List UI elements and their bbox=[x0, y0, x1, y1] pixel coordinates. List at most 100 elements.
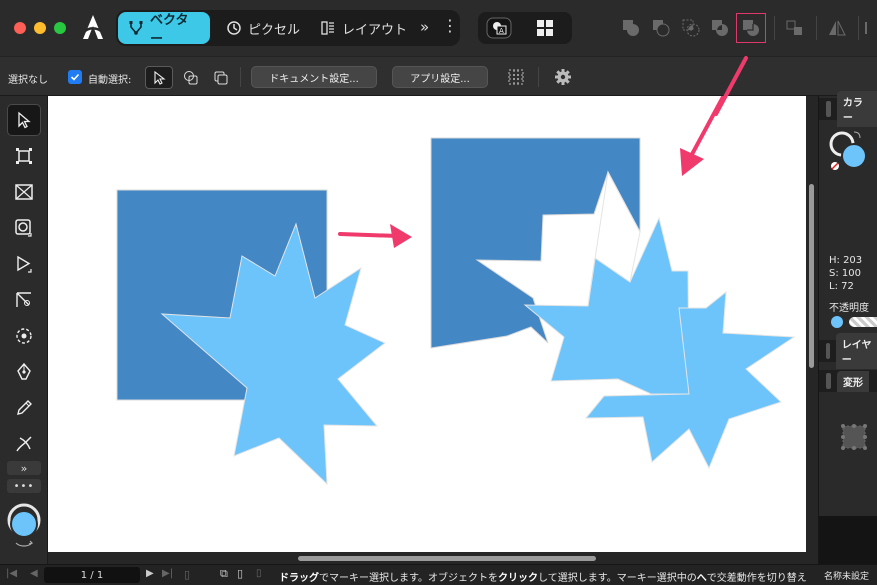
artboard[interactable] bbox=[48, 96, 806, 552]
node-tool-button[interactable] bbox=[7, 248, 41, 280]
grid-view-icon[interactable] bbox=[531, 14, 559, 42]
title-bar: ベクター ピクセル レイアウト » ⋮ A bbox=[0, 0, 877, 56]
crop-tool-button[interactable] bbox=[7, 176, 41, 208]
studio-panel: カラー H: 203 S: 100 L: 72 不透明度 レイヤー 変形 bbox=[818, 91, 877, 564]
status-bar: |◀ ◀ 1 / 1 ▶ ▶| ▯ ⧉ ▯ ▯ ドラッグでマーキー選択します。オ… bbox=[0, 564, 877, 585]
select-cursor-mode-button[interactable] bbox=[145, 66, 173, 89]
layout-persona-icon bbox=[321, 21, 334, 35]
add-icon[interactable] bbox=[617, 14, 645, 42]
hue-value: H: 203 bbox=[829, 255, 863, 266]
persona-layout-label: レイアウト bbox=[342, 22, 408, 38]
persona-switcher: ベクター ピクセル レイアウト » ⋮ bbox=[116, 10, 460, 47]
node-tool-icon bbox=[17, 255, 32, 273]
hint-key: へ bbox=[696, 573, 707, 584]
app-settings-button[interactable]: アプリ設定... bbox=[392, 66, 488, 88]
panel-footer bbox=[819, 516, 877, 564]
spread-icon[interactable]: ⧉ bbox=[220, 567, 228, 581]
toolbar-separator bbox=[858, 16, 859, 40]
select-intersect-mode-button[interactable] bbox=[177, 66, 205, 89]
move-tool-button[interactable] bbox=[7, 104, 41, 136]
xor-icon[interactable] bbox=[706, 14, 734, 42]
more-tools-button[interactable]: ••• bbox=[7, 479, 41, 493]
color-wheel-icon[interactable] bbox=[827, 126, 871, 172]
hint-part2: して選択します。マーキー選択中の bbox=[538, 573, 697, 584]
vertical-ellipsis-icon[interactable]: ⋮ bbox=[442, 16, 458, 35]
artwork-svg bbox=[116, 96, 796, 486]
gear-icon[interactable] bbox=[554, 68, 572, 86]
persona-pixel-button[interactable]: ピクセル bbox=[216, 12, 310, 44]
pages-panel-icon[interactable]: ▯ bbox=[237, 567, 243, 580]
add-page-icon[interactable]: ▯ bbox=[256, 568, 262, 579]
tools-panel: » ••• bbox=[0, 96, 48, 564]
transform-anchor-icon[interactable] bbox=[839, 422, 869, 452]
corner-tool-button[interactable] bbox=[7, 284, 41, 316]
text-assets-icon[interactable]: A bbox=[485, 14, 513, 42]
pen-tool-icon bbox=[17, 362, 31, 380]
intersect-icon[interactable] bbox=[677, 14, 705, 42]
context-separator bbox=[538, 67, 539, 87]
transform-tab-label: 変形 bbox=[837, 370, 869, 392]
last-page-icon[interactable]: ▶| bbox=[162, 568, 173, 579]
prev-page-icon[interactable]: ◀ bbox=[30, 568, 38, 579]
zoom-window-button[interactable] bbox=[54, 22, 66, 34]
vertical-scrollbar[interactable] bbox=[809, 184, 814, 368]
expand-tools-button[interactable]: » bbox=[7, 461, 41, 475]
next-page-icon[interactable]: ▶ bbox=[146, 568, 154, 579]
pencil-tool-icon bbox=[17, 400, 32, 415]
document-settings-button[interactable]: ドキュメント設定... bbox=[251, 66, 377, 88]
move-tool-icon bbox=[18, 111, 31, 129]
artboard-tool-button[interactable] bbox=[7, 140, 41, 172]
page-indicator[interactable]: 1 / 1 bbox=[44, 567, 140, 583]
panel-grip bbox=[826, 101, 831, 117]
close-window-button[interactable] bbox=[14, 22, 26, 34]
corner-tool-icon bbox=[16, 292, 31, 307]
toolbar-separator bbox=[816, 16, 817, 40]
pixel-persona-icon bbox=[227, 21, 241, 35]
subtract-icon[interactable] bbox=[647, 14, 675, 42]
opacity-slider[interactable] bbox=[849, 317, 877, 327]
page-icon[interactable]: ▯ bbox=[184, 568, 190, 581]
arrange-icon[interactable] bbox=[781, 14, 809, 42]
hint-part1: でマーキー選択します。オブジェクトを bbox=[319, 573, 498, 584]
selection-status: 選択なし bbox=[8, 75, 48, 86]
vector-persona-icon bbox=[129, 21, 143, 35]
layers-panel-tab[interactable]: レイヤー bbox=[819, 333, 877, 369]
context-separator bbox=[240, 67, 241, 87]
toolbar-separator bbox=[774, 16, 775, 40]
flip-horizontal-icon[interactable] bbox=[823, 14, 851, 42]
pen-tool-button[interactable] bbox=[7, 356, 41, 388]
place-image-icon bbox=[15, 219, 32, 237]
cursor-icon bbox=[154, 70, 166, 85]
persona-vector-button[interactable]: ベクター bbox=[118, 12, 210, 47]
select-contain-mode-button[interactable] bbox=[207, 66, 235, 89]
vector-brush-icon bbox=[16, 436, 32, 452]
auto-select-checkbox[interactable] bbox=[68, 70, 82, 84]
divide-icon[interactable] bbox=[736, 13, 766, 43]
selection-mode-group bbox=[143, 66, 235, 89]
lightness-value: L: 72 bbox=[829, 281, 854, 292]
color-panel-tab[interactable]: カラー bbox=[819, 91, 877, 127]
first-page-icon[interactable]: |◀ bbox=[6, 568, 17, 579]
opacity-label: 不透明度 bbox=[829, 303, 869, 314]
hint-drag: ドラッグ bbox=[279, 573, 319, 584]
persona-layout-button[interactable]: レイアウト bbox=[310, 12, 417, 44]
more-personas-button[interactable]: » bbox=[420, 18, 429, 36]
vector-brush-tool-button[interactable] bbox=[7, 428, 41, 460]
transform-panel-tab[interactable]: 変形 bbox=[819, 370, 877, 392]
panel-grip bbox=[826, 343, 830, 359]
layers-tab-label: レイヤー bbox=[835, 333, 877, 369]
panel-grip bbox=[826, 373, 831, 389]
minimize-window-button[interactable] bbox=[34, 22, 46, 34]
color-well-icon[interactable] bbox=[6, 498, 42, 552]
contain-mode-icon bbox=[214, 71, 228, 84]
horizontal-scrollbar[interactable] bbox=[298, 556, 596, 561]
hint-part3: で交差動作を切り替え bbox=[706, 573, 807, 584]
document-name: 名称未設定 bbox=[824, 572, 870, 582]
snapping-grid-icon[interactable] bbox=[507, 68, 525, 86]
flip-vertical-icon[interactable] bbox=[862, 14, 877, 42]
point-transform-tool-button[interactable] bbox=[7, 320, 41, 352]
pencil-tool-button[interactable] bbox=[7, 392, 41, 424]
designer-logo-icon[interactable] bbox=[80, 12, 106, 42]
star-piece-right[interactable] bbox=[523, 216, 690, 395]
place-image-tool-button[interactable] bbox=[7, 212, 41, 244]
